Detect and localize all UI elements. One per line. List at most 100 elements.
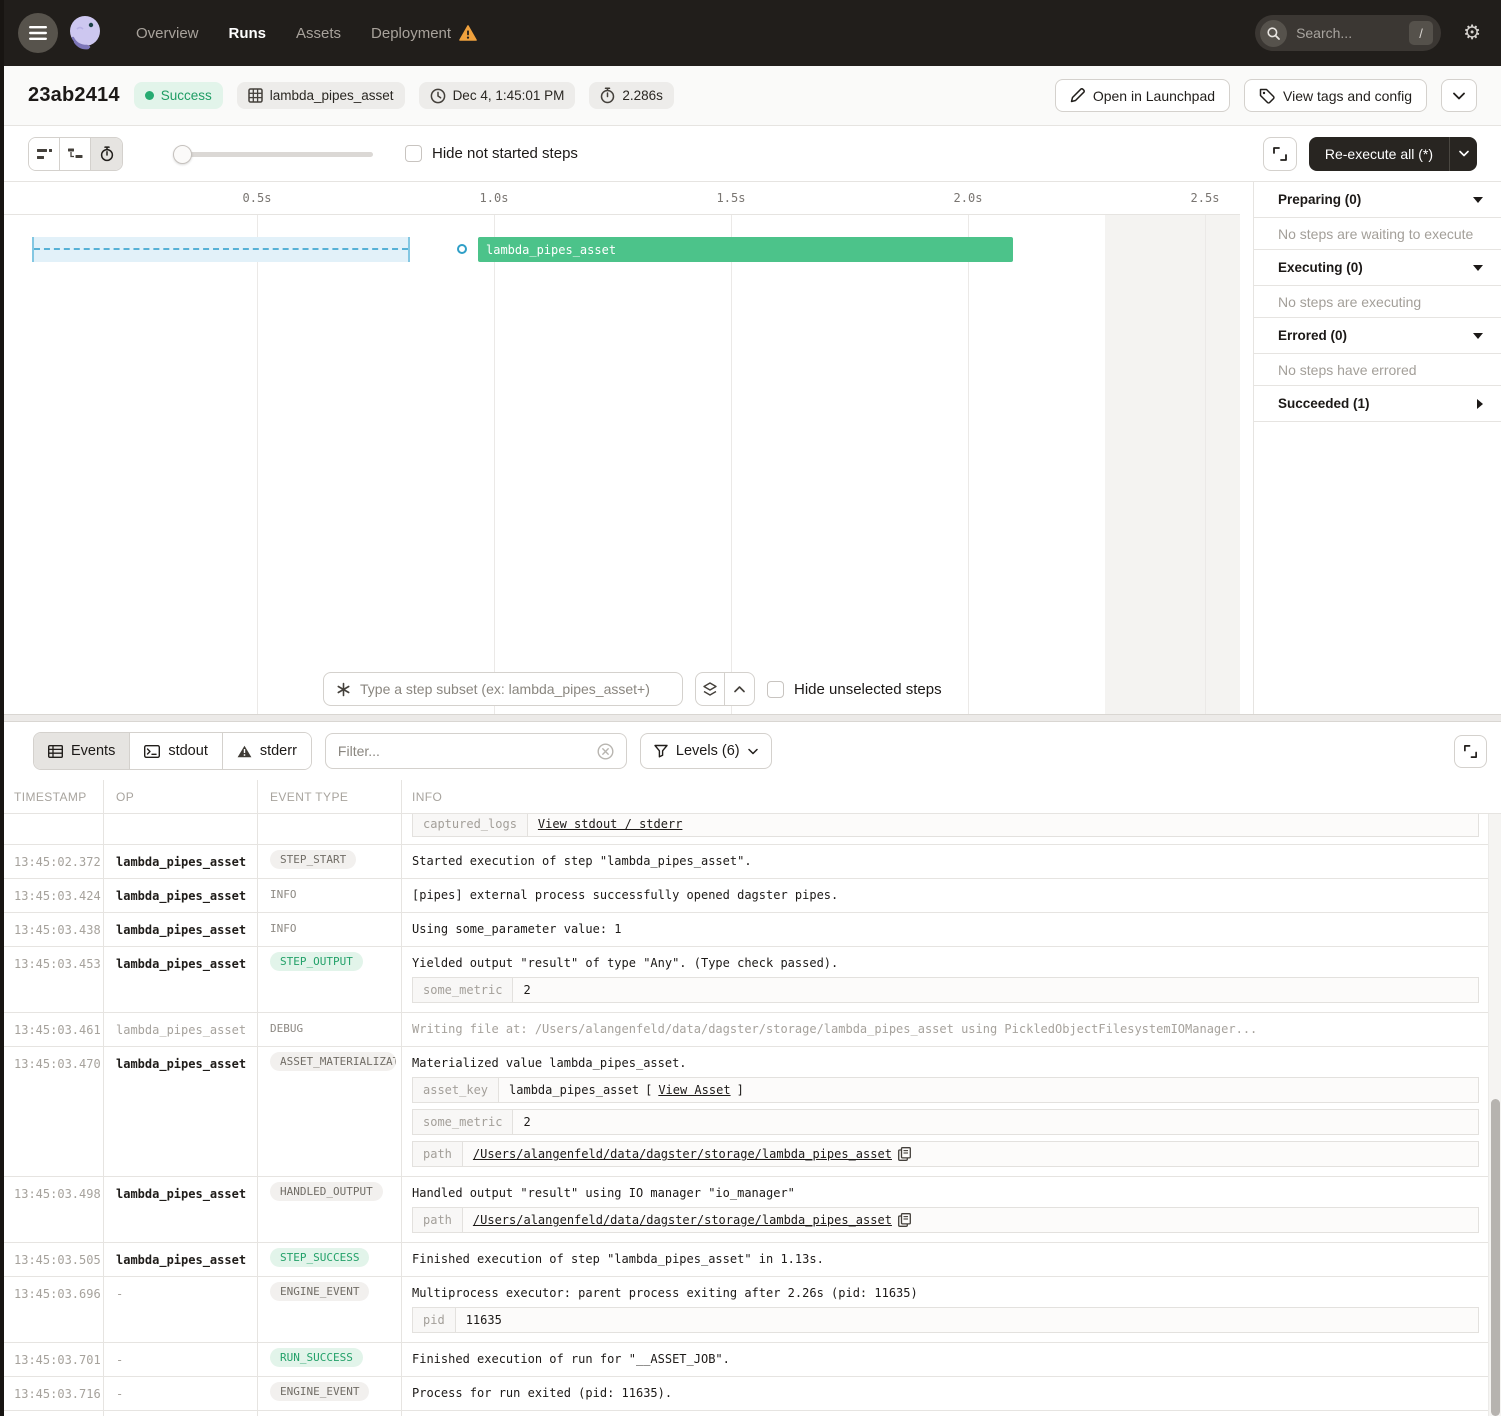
copy-icon[interactable] [898,1213,911,1227]
sidebar-section-header[interactable]: Succeeded (1) [1254,386,1501,422]
view-asset-link[interactable]: View Asset [658,1083,730,1097]
log-filter-input[interactable]: Filter... [325,733,627,769]
log-event-type-cell: STEP_SUCCESS [258,1243,402,1276]
log-row[interactable]: 13:45:03.716-ENGINE_EVENTProcess for run… [0,1377,1501,1411]
log-row[interactable]: 13:45:03.424lambda_pipes_assetINFO[pipes… [0,879,1501,913]
log-row[interactable]: 13:45:03.470lambda_pipes_assetASSET_MATE… [0,1047,1501,1177]
hide-unselected-checkbox[interactable] [767,681,784,698]
log-op-cell: lambda_pipes_asset [104,1047,258,1176]
tab-events[interactable]: Events [34,733,130,769]
log-row[interactable]: 13:45:03.461lambda_pipes_assetDEBUGWriti… [0,1013,1501,1047]
sidebar-section-header[interactable]: Errored (0) [1254,318,1501,354]
log-scrollbar-thumb[interactable] [1491,1099,1500,1416]
log-info-cell: Using some_parameter value: 1 [402,913,1501,946]
search-shortcut-badge: / [1409,21,1433,45]
job-name-tag[interactable]: lambda_pipes_asset [237,82,405,109]
status-badge[interactable]: Success [134,82,223,109]
log-row[interactable]: 13:45:03.505lambda_pipes_assetSTEP_SUCCE… [0,1243,1501,1277]
view-mode-waterfall-button[interactable] [60,138,91,170]
nav-assets[interactable]: Assets [296,25,341,42]
log-scrollbar-track[interactable] [1488,814,1501,1416]
view-mode-timed-button[interactable] [91,138,122,170]
nav-overview[interactable]: Overview [136,25,199,42]
reexecute-dropdown-button[interactable] [1449,137,1477,171]
log-row[interactable]: 13:45:02.372lambda_pipes_assetSTEP_START… [0,845,1501,879]
gantt-fullscreen-button[interactable] [1263,137,1297,171]
log-fullscreen-button[interactable] [1454,735,1487,768]
col-event-type: EVENT TYPE [258,780,402,813]
log-info-text: Process for run exited (pid: 11635). [412,1385,1479,1401]
log-row[interactable]: 13:45:03.498lambda_pipes_assetHANDLED_OU… [0,1177,1501,1243]
dagster-logo-icon[interactable] [64,12,106,54]
log-row[interactable]: 13:45:03.438lambda_pipes_assetINFOUsing … [0,913,1501,947]
chevron-down-icon [748,748,758,755]
log-info-text: [pipes] external process successfully op… [412,887,1479,903]
log-timestamp-cell: 13:45:03.438 [0,913,104,946]
log-event-type-cell: HANDLED_OUTPUT [258,1177,402,1242]
log-op-cell [104,814,258,844]
graph-options-group [695,672,755,706]
log-op: lambda_pipes_asset [116,1057,246,1071]
nav-runs[interactable]: Runs [229,25,267,42]
after-run-end-region [1105,215,1240,714]
gantt-toolbar: Hide not started steps Re-execute all (*… [0,126,1501,182]
hamburger-menu-button[interactable] [18,13,58,53]
step-waiting-bar[interactable] [32,237,410,262]
search-input[interactable]: Search... / [1255,15,1441,51]
sidebar-section-header[interactable]: Executing (0) [1254,250,1501,286]
copy-icon[interactable] [898,1147,911,1161]
log-row[interactable]: 13:45:03.701-RUN_SUCCESSFinished executi… [0,1343,1501,1377]
panel-resize-handle[interactable] [0,714,1501,722]
tab-stdout[interactable]: stdout [130,733,223,769]
clear-filter-icon[interactable] [597,743,614,760]
tab-stderr[interactable]: stderr [223,733,311,769]
timeline-tick-label: 2.0s [954,191,983,205]
start-time-tag: Dec 4, 1:45:01 PM [419,82,576,109]
caret-down-icon [1473,333,1483,339]
event-type-pill: STEP_SUCCESS [270,1248,369,1267]
reexecute-all-button[interactable]: Re-execute all (*) [1309,137,1449,171]
log-timestamp-cell: 13:45:03.424 [0,879,104,912]
slider-handle[interactable] [173,145,192,164]
log-row[interactable]: 13:45:03.696-ENGINE_EVENTMultiprocess ex… [0,1277,1501,1343]
step-selector-icon [336,682,351,697]
log-op-cell: lambda_pipes_asset [104,845,258,878]
levels-dropdown[interactable]: Levels (6) [640,733,772,769]
caret-down-icon [1473,197,1483,203]
search-icon [1260,20,1287,47]
hide-not-started-checkbox[interactable] [405,145,422,162]
view-tags-config-button[interactable]: View tags and config [1244,79,1427,112]
log-table-header: TIMESTAMP OP EVENT TYPE INFO [0,780,1501,814]
log-op-cell: lambda_pipes_asset [104,913,258,946]
run-header-more-button[interactable] [1441,79,1477,112]
sidebar-section-header[interactable]: Preparing (0) [1254,182,1501,218]
hide-unselected-checkbox-row[interactable]: Hide unselected steps [767,681,942,698]
captured-logs-link[interactable]: View stdout / stderr [538,817,683,831]
log-row[interactable]: 13:45:03.453lambda_pipes_assetSTEP_OUTPU… [0,947,1501,1013]
path-link[interactable]: /Users/alangenfeld/data/dagster/storage/… [473,1213,892,1227]
nav-deployment[interactable]: Deployment [371,25,477,42]
log-timestamp-cell: 13:45:03.498 [0,1177,104,1242]
gantt-zoom-slider[interactable] [173,138,373,170]
log-op-cell: - [104,1377,258,1410]
settings-gear-icon[interactable]: ⚙ [1463,23,1481,43]
metadata-value-text: lambda_pipes_asset [509,1083,639,1097]
metadata-key: some_metric [413,978,513,1002]
event-log-table: TIMESTAMP OP EVENT TYPE INFO captured_lo… [0,780,1501,1416]
hide-not-started-checkbox-row[interactable]: Hide not started steps [405,145,578,162]
layers-icon-button[interactable] [696,673,725,705]
log-info-cell: captured_logsView stdout / stderr [402,814,1501,844]
hide-unselected-label: Hide unselected steps [794,681,942,698]
slider-track[interactable] [173,152,373,157]
log-row[interactable]: captured_logsView stdout / stderr [0,814,1501,845]
collapse-chevron-up-button[interactable] [725,673,754,705]
step-subset-input[interactable]: Type a step subset (ex: lambda_pipes_ass… [323,672,683,706]
view-mode-flat-button[interactable] [29,138,60,170]
open-in-launchpad-button[interactable]: Open in Launchpad [1055,79,1230,112]
sidebar-section-title: Succeeded (1) [1278,396,1370,411]
col-timestamp: TIMESTAMP [0,780,104,813]
sidebar-section-body: No steps are executing [1254,286,1501,318]
path-link[interactable]: /Users/alangenfeld/data/dagster/storage/… [473,1147,892,1161]
gantt-step-bar[interactable]: lambda_pipes_asset [478,237,1013,262]
log-op-cell: - [104,1343,258,1376]
